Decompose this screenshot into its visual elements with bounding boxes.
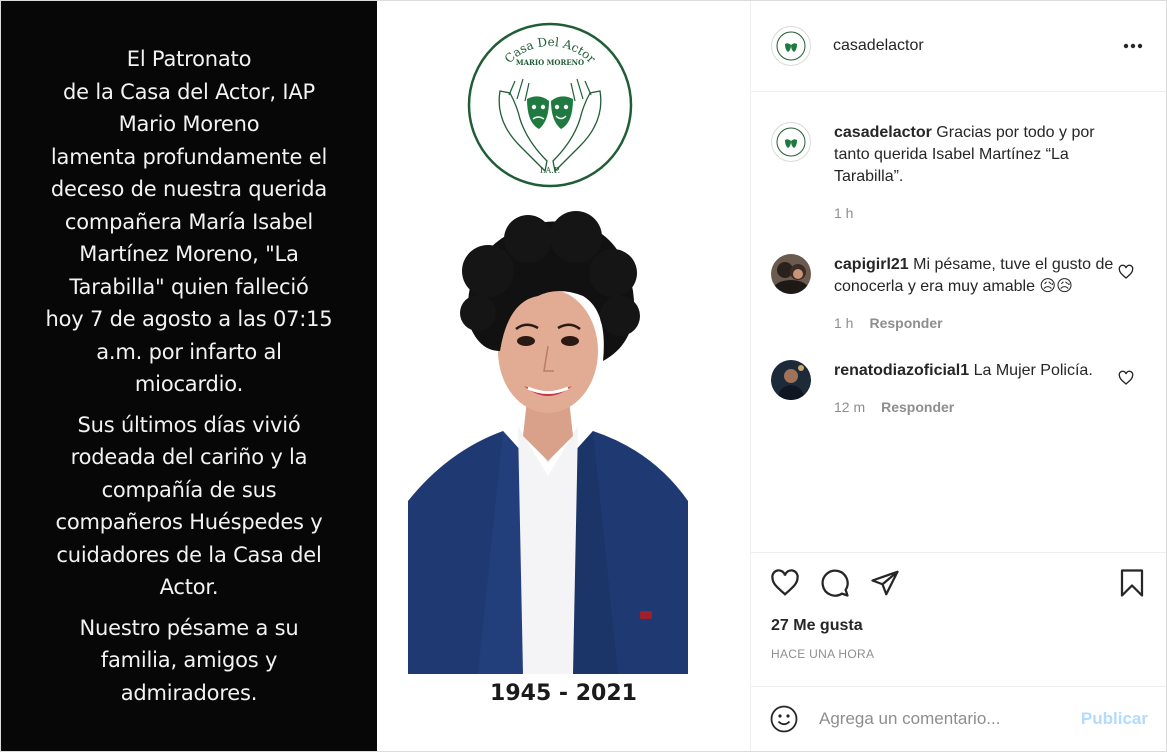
obituary-line: miocardio. xyxy=(134,372,244,396)
action-bar xyxy=(751,552,1166,612)
caption: casadelactor Gracias por todo y por tant… xyxy=(771,122,1146,224)
obituary-line: compañeros Huéspedes y xyxy=(55,510,323,534)
bookmark-icon[interactable] xyxy=(1116,567,1148,599)
post-time[interactable]: HACE UNA HORA xyxy=(751,640,1166,668)
publish-button[interactable]: Publicar xyxy=(1081,709,1148,729)
caption-meta: 1 h xyxy=(834,202,1119,224)
add-comment-bar: Publicar xyxy=(751,686,1166,751)
comment-meta: 1 h Responder xyxy=(834,312,1119,334)
obituary-line: Nuestro pésame a su xyxy=(79,615,299,640)
post-image[interactable]: El Patronato de la Casa del Actor, IAP Mar… xyxy=(1,1,750,751)
obituary-line: Mario Moreno xyxy=(118,112,260,136)
likes-count[interactable]: 27 Me gusta xyxy=(751,612,1166,640)
obituary-line: de la Casa del Actor, IAP xyxy=(63,79,315,104)
obituary-line: El Patronato xyxy=(126,47,252,71)
comment-item: renatodiazoficial1 La Mujer Policía. 12 … xyxy=(771,360,1146,418)
casa-del-actor-avatar-icon xyxy=(776,31,806,61)
casa-del-actor-avatar-icon xyxy=(776,127,806,157)
obituary-line: deceso de nuestra querida xyxy=(50,177,328,201)
caption-body: casadelactor Gracias por todo y por tant… xyxy=(834,122,1119,224)
commenter-avatar[interactable] xyxy=(771,360,811,400)
share-icon[interactable] xyxy=(869,567,901,599)
caption-username[interactable]: casadelactor xyxy=(834,124,932,141)
obituary-line: a.m. por infarto al xyxy=(96,339,282,364)
reply-button[interactable]: Responder xyxy=(869,315,942,331)
years-label: 1945 - 2021 xyxy=(490,681,637,706)
obituary-paragraph-3: Nuestro pésame a su familia, amigos y admi… xyxy=(24,612,354,710)
comment-text: La Mujer Policía. xyxy=(973,362,1093,379)
obituary-line: Sus últimos días vivió xyxy=(77,412,301,437)
obituary-line: familia, amigos y xyxy=(100,648,278,672)
reply-button[interactable]: Responder xyxy=(881,399,954,415)
obituary-line: lamenta profundamente el xyxy=(50,144,328,169)
logo-sub-text: MARIO MORENO xyxy=(516,58,584,67)
obituary-line: admiradores. xyxy=(120,680,258,705)
obituary-line: cuidadores de la Casa del xyxy=(56,542,322,567)
portrait-panel: Casa Del Actor MARIO MORENO I.A.P. 1945 … xyxy=(377,1,750,751)
comment-item: capigirl21 Mi pésame, tuve el gusto de c… xyxy=(771,254,1146,334)
obituary-text-panel: El Patronato de la Casa del Actor, IAP Mar… xyxy=(1,1,377,751)
more-icon[interactable] xyxy=(1120,34,1146,58)
casa-del-actor-logo: Casa Del Actor MARIO MORENO I.A.P. xyxy=(467,22,633,188)
obituary-paragraph-2: Sus últimos días vivió rodeada del cariño… xyxy=(24,409,354,604)
comment-time[interactable]: 1 h xyxy=(834,315,853,331)
comment-icon[interactable] xyxy=(819,567,851,599)
caption-time[interactable]: 1 h xyxy=(834,205,853,221)
emoji-icon[interactable] xyxy=(769,704,799,734)
obituary-line: compañía de sus xyxy=(101,477,277,502)
comment-body: renatodiazoficial1 La Mujer Policía. 12 … xyxy=(834,360,1119,418)
author-username[interactable]: casadelactor xyxy=(833,37,1120,55)
heart-icon[interactable] xyxy=(1118,264,1134,280)
comment-body: capigirl21 Mi pésame, tuve el gusto de c… xyxy=(834,254,1119,334)
obituary-line: rodeada del cariño y la xyxy=(70,445,308,469)
comment-username[interactable]: capigirl21 xyxy=(834,256,909,273)
obituary-line: Tarabilla" quien falleció xyxy=(69,274,309,299)
comment-meta: 12 m Responder xyxy=(834,396,1119,418)
author-avatar[interactable] xyxy=(771,26,811,66)
obituary-line: Martínez Moreno, "La xyxy=(79,242,299,266)
commenter-avatar[interactable] xyxy=(771,254,811,294)
logo-bottom-text: I.A.P. xyxy=(540,166,560,175)
comment-username[interactable]: renatodiazoficial1 xyxy=(834,362,969,379)
portrait-photo xyxy=(408,201,688,674)
comment-input[interactable] xyxy=(819,709,1081,729)
obituary-line: Actor. xyxy=(159,575,219,599)
caption-avatar[interactable] xyxy=(771,122,811,162)
heart-icon[interactable] xyxy=(769,567,801,599)
obituary-line: compañera María Isabel xyxy=(64,209,314,234)
comments-list: casadelactor Gracias por todo y por tant… xyxy=(751,92,1166,552)
post-header: casadelactor xyxy=(751,1,1166,92)
comment-time[interactable]: 12 m xyxy=(834,399,865,415)
obituary-line: hoy 7 de agosto a las 07:15 xyxy=(45,307,333,331)
instagram-post: El Patronato de la Casa del Actor, IAP Mar… xyxy=(0,0,1167,752)
obituary-paragraph-1: El Patronato de la Casa del Actor, IAP Mar… xyxy=(24,43,354,401)
heart-icon[interactable] xyxy=(1118,370,1134,386)
post-sidebar: casadelactor casadelactor Gracias por to… xyxy=(750,1,1166,751)
